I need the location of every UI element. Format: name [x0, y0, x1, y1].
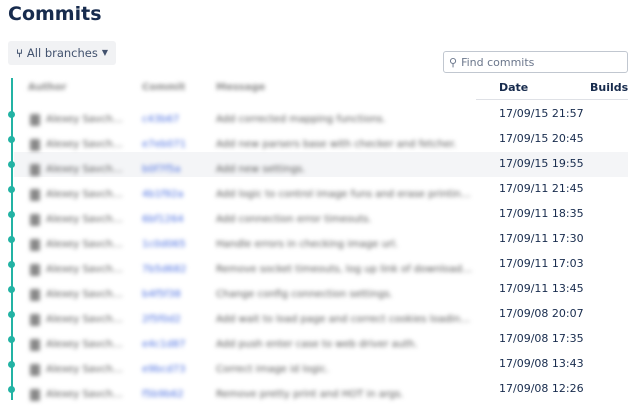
commit-message[interactable]: Add wait to load page and correct cookie… — [216, 314, 476, 325]
commit-date: 17/09/08 12:26 — [499, 382, 584, 395]
commit-hash-link[interactable]: 7b5d682 — [142, 264, 187, 275]
commit-hash-link[interactable]: b0f7f5a — [142, 164, 181, 175]
avatar — [30, 289, 40, 301]
commit-hash-link[interactable]: f5b9b62 — [142, 389, 184, 400]
caret-down-icon: ▼ — [101, 48, 109, 57]
col-builds: Builds — [590, 81, 629, 94]
commit-hash-link[interactable]: e9bcd73 — [142, 364, 185, 375]
commit-hash-link[interactable]: e4c1d87 — [142, 339, 185, 350]
find-commits-input[interactable]: ⚲ Find commits — [443, 51, 628, 73]
avatar — [30, 239, 40, 251]
avatar — [30, 339, 40, 351]
commit-message[interactable]: Correct image id logic. — [216, 364, 476, 375]
commit-hash-link[interactable]: e7eb071 — [142, 139, 186, 150]
author: Alexey Savche... — [46, 139, 126, 150]
avatar — [30, 264, 40, 276]
author: Alexey Savche... — [46, 239, 126, 250]
commit-hash-link[interactable]: 2f5f0d2 — [142, 314, 181, 325]
branch-selector[interactable]: ⑂ All branches ▼ — [8, 41, 117, 65]
author: Alexey Savche... — [46, 214, 126, 225]
commit-date: 17/09/15 21:57 — [499, 107, 584, 120]
author: Alexey Savche... — [46, 264, 126, 275]
search-icon: ⚲ — [449, 55, 458, 69]
author: Alexey Savche... — [46, 389, 126, 400]
commit-hash-link[interactable]: b4f5f38 — [142, 289, 181, 300]
author: Alexey Savche... — [46, 339, 126, 350]
avatar — [30, 214, 40, 226]
search-placeholder: Find commits — [461, 55, 535, 69]
author: Alexey Savche... — [46, 289, 126, 300]
commit-message[interactable]: Change config connection settings. — [216, 289, 476, 300]
commit-date: 17/09/15 19:55 — [499, 157, 584, 170]
commit-message[interactable]: Add new settings. — [216, 164, 476, 175]
commit-message[interactable]: Remove socket timeouts, log up link of d… — [216, 264, 476, 275]
commit-hash-link[interactable]: c43b67 — [142, 114, 179, 125]
commit-message[interactable]: Add logic to control image funs and eras… — [216, 189, 476, 200]
avatar — [30, 114, 40, 126]
commit-message[interactable]: Handle errors in checking image url. — [216, 239, 476, 250]
author: Alexey Savche... — [46, 114, 126, 125]
commit-hash-link[interactable]: 4b1f92a — [142, 189, 183, 200]
commit-hash-link[interactable]: 6bf1264 — [142, 214, 184, 225]
col-commit: Commit — [142, 82, 186, 93]
commit-date: 17/09/15 20:45 — [499, 132, 584, 145]
commit-message[interactable]: Add corrected mapping functions. — [216, 114, 476, 125]
avatar — [30, 139, 40, 151]
commit-message[interactable]: Add connection error timeouts. — [216, 214, 476, 225]
avatar — [30, 189, 40, 201]
commit-message[interactable]: Add new parsers base with checker and fe… — [216, 139, 476, 150]
commit-date: 17/09/11 21:45 — [499, 182, 584, 195]
commit-date: 17/09/08 13:43 — [499, 357, 584, 370]
commit-date: 17/09/11 13:45 — [499, 282, 584, 295]
page-title: Commits — [8, 3, 102, 25]
col-date: Date — [499, 81, 529, 94]
header-divider — [476, 99, 628, 100]
author: Alexey Savche... — [46, 314, 126, 325]
commit-date: 17/09/08 20:07 — [499, 307, 584, 320]
avatar — [30, 164, 40, 176]
branch-label: All branches — [26, 46, 98, 60]
commit-date: 17/09/11 18:35 — [499, 207, 584, 220]
author: Alexey Savche... — [46, 189, 126, 200]
author: Alexey Savche... — [46, 164, 126, 175]
col-author: Author — [28, 82, 67, 93]
branch-icon: ⑂ — [16, 46, 23, 60]
avatar — [30, 314, 40, 326]
commit-date: 17/09/11 17:30 — [499, 232, 584, 245]
commit-date: 17/09/11 17:03 — [499, 257, 584, 270]
commit-date: 17/09/08 17:35 — [499, 332, 584, 345]
commit-hash-link[interactable]: 1c0d065 — [142, 239, 186, 250]
col-message: Message — [216, 82, 266, 93]
commit-message[interactable]: Add push enter case to web driver auth. — [216, 339, 476, 350]
commits-table-blurred: Author Commit Message Alexey Savche... c… — [14, 76, 476, 401]
avatar — [30, 389, 40, 401]
avatar — [30, 364, 40, 376]
commit-message[interactable]: Remove pretty print and HOT in args. — [216, 389, 476, 400]
author: Alexey Savche... — [46, 364, 126, 375]
